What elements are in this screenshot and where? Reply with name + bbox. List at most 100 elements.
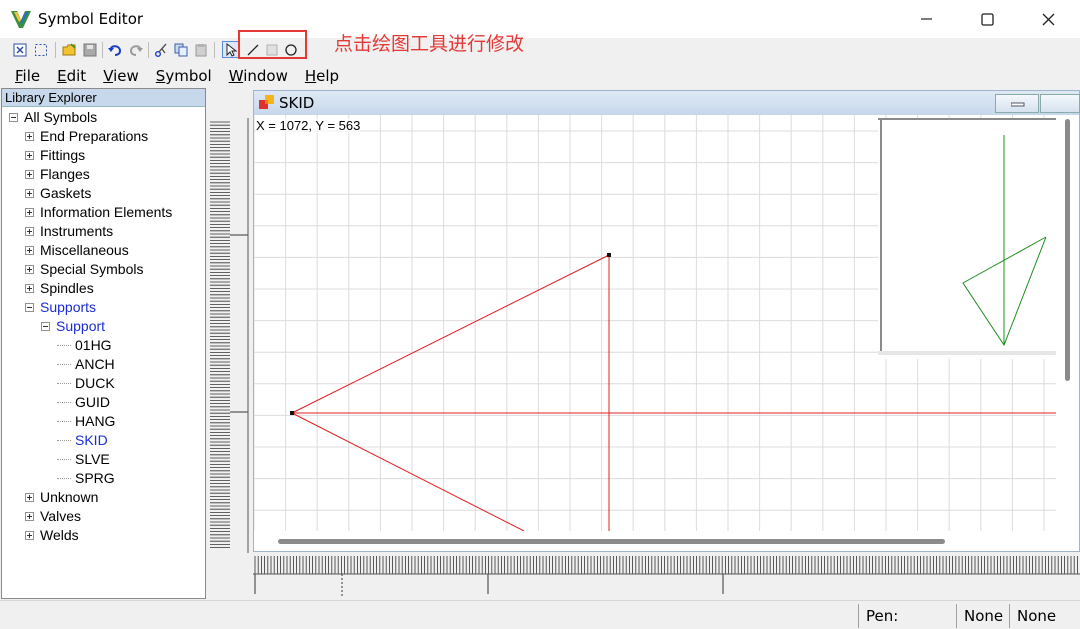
pointer-tool-button[interactable] bbox=[222, 41, 239, 58]
tree-item-label: Information Elements bbox=[40, 204, 173, 220]
tree-item-label: Flanges bbox=[40, 166, 90, 182]
tree-item-label: Supports bbox=[40, 299, 97, 315]
drawing-line[interactable] bbox=[291, 254, 610, 414]
expand-icon[interactable] bbox=[25, 284, 34, 293]
symbol-document-window: SKID X = 1072, Y = 563 bbox=[253, 90, 1080, 552]
menu-mnemonic: W bbox=[228, 67, 244, 85]
app-logo-icon bbox=[11, 11, 31, 28]
expand-icon[interactable] bbox=[25, 189, 34, 198]
redo-button[interactable] bbox=[127, 41, 144, 58]
menu-view[interactable]: View bbox=[94, 64, 147, 88]
document-restore-button[interactable] bbox=[1040, 94, 1080, 113]
menu-symbol[interactable]: Symbol bbox=[147, 64, 220, 88]
tree-item-label: End Preparations bbox=[40, 128, 149, 144]
tree-item-label: HANG bbox=[75, 413, 116, 429]
vertical-ruler bbox=[210, 118, 249, 553]
tree-item-label: All Symbols bbox=[24, 109, 98, 125]
tree-item-label: DUCK bbox=[75, 375, 115, 391]
status-field-2: None bbox=[956, 604, 1008, 628]
maximize-icon bbox=[980, 12, 994, 26]
tree-connector bbox=[57, 478, 71, 479]
tree-item-label: SKID bbox=[75, 432, 108, 448]
document-title-bar: SKID bbox=[254, 91, 1080, 115]
new-symbol-button[interactable] bbox=[11, 41, 28, 58]
horizontal-ruler bbox=[253, 556, 1080, 596]
select-region-button[interactable] bbox=[32, 41, 49, 58]
save-icon bbox=[83, 43, 96, 56]
tree-connector bbox=[57, 459, 71, 460]
scissors-icon bbox=[154, 43, 167, 57]
collapse-icon[interactable] bbox=[25, 303, 34, 312]
menu-edit[interactable]: Edit bbox=[48, 64, 94, 88]
close-button[interactable] bbox=[1018, 0, 1078, 38]
expand-icon[interactable] bbox=[25, 246, 34, 255]
minimize-icon bbox=[1011, 102, 1025, 107]
vertical-scrollbar[interactable] bbox=[1056, 115, 1079, 531]
expand-icon[interactable] bbox=[25, 227, 34, 236]
paste-icon bbox=[195, 43, 206, 56]
grid-icon bbox=[13, 43, 26, 56]
minimize-icon bbox=[921, 18, 932, 20]
vertex-handle[interactable] bbox=[290, 411, 294, 415]
close-icon bbox=[1042, 13, 1054, 25]
collapse-icon[interactable] bbox=[9, 113, 18, 122]
dashed-rect-icon bbox=[34, 43, 47, 56]
explorer-header: Library Explorer bbox=[2, 89, 205, 107]
tree-item-label: Fittings bbox=[40, 147, 86, 163]
tree-item-label: SLVE bbox=[75, 451, 110, 467]
open-button[interactable] bbox=[61, 41, 78, 58]
tree-item-label: Miscellaneous bbox=[40, 242, 129, 258]
redo-icon bbox=[129, 44, 143, 56]
maximize-button[interactable] bbox=[957, 0, 1017, 38]
collapse-icon[interactable] bbox=[41, 322, 50, 331]
tree-item-label: Gaskets bbox=[40, 185, 92, 201]
tree-item-label: SPRG bbox=[75, 470, 115, 486]
expand-icon[interactable] bbox=[25, 170, 34, 179]
undo-icon bbox=[108, 44, 122, 56]
tree-item-label: ANCH bbox=[75, 356, 115, 372]
drawing-canvas[interactable]: X = 1072, Y = 563 bbox=[254, 115, 1056, 531]
toolbar-separator bbox=[102, 42, 103, 58]
canvas-drawing bbox=[254, 115, 1056, 531]
tree-item-label: Spindles bbox=[40, 280, 94, 296]
tree-item-label: Welds bbox=[40, 527, 79, 543]
drawing-line[interactable] bbox=[291, 412, 525, 531]
expand-icon[interactable] bbox=[25, 151, 34, 160]
tree-connector bbox=[57, 364, 71, 365]
vertical-scroll-thumb[interactable] bbox=[1065, 119, 1070, 381]
open-folder-icon bbox=[62, 42, 76, 55]
horizontal-scrollbar[interactable] bbox=[254, 531, 1056, 551]
expand-icon[interactable] bbox=[25, 208, 34, 217]
undo-button[interactable] bbox=[107, 41, 124, 58]
paste-button[interactable] bbox=[192, 41, 209, 58]
menu-help[interactable]: Help bbox=[296, 64, 347, 88]
tree-item-label: Support bbox=[56, 318, 106, 334]
expand-icon[interactable] bbox=[25, 493, 34, 502]
cut-button[interactable] bbox=[152, 41, 169, 58]
save-button[interactable] bbox=[81, 41, 98, 58]
expand-icon[interactable] bbox=[25, 132, 34, 141]
menu-file[interactable]: File bbox=[6, 64, 48, 88]
status-bar: Pen: Symbol None None bbox=[0, 600, 1080, 629]
toolbar bbox=[0, 38, 1080, 62]
toolbar-separator bbox=[148, 42, 149, 58]
tree-item-label: Unknown bbox=[40, 489, 99, 505]
tree-item-label: Special Symbols bbox=[40, 261, 144, 277]
minimize-button[interactable] bbox=[897, 0, 957, 38]
expand-icon[interactable] bbox=[25, 265, 34, 274]
annotation-text: 点击绘图工具进行修改 bbox=[334, 33, 525, 55]
expand-icon[interactable] bbox=[25, 531, 34, 540]
drawing-tools-highlight bbox=[238, 30, 307, 59]
vertex-handle[interactable] bbox=[607, 253, 611, 257]
document-minimize-button[interactable] bbox=[995, 94, 1039, 113]
toolbar-separator bbox=[55, 42, 56, 58]
library-explorer: Library Explorer All Symbols End Preparat… bbox=[1, 88, 206, 599]
menu-window[interactable]: Window bbox=[220, 64, 296, 88]
tree-connector bbox=[57, 421, 71, 422]
expand-icon[interactable] bbox=[25, 512, 34, 521]
copy-icon bbox=[174, 43, 187, 56]
copy-button[interactable] bbox=[172, 41, 189, 58]
menu-mnemonic: F bbox=[15, 67, 23, 85]
menu-bar: File Edit View Symbol Window Help bbox=[0, 64, 1080, 88]
horizontal-scroll-thumb[interactable] bbox=[278, 539, 945, 544]
